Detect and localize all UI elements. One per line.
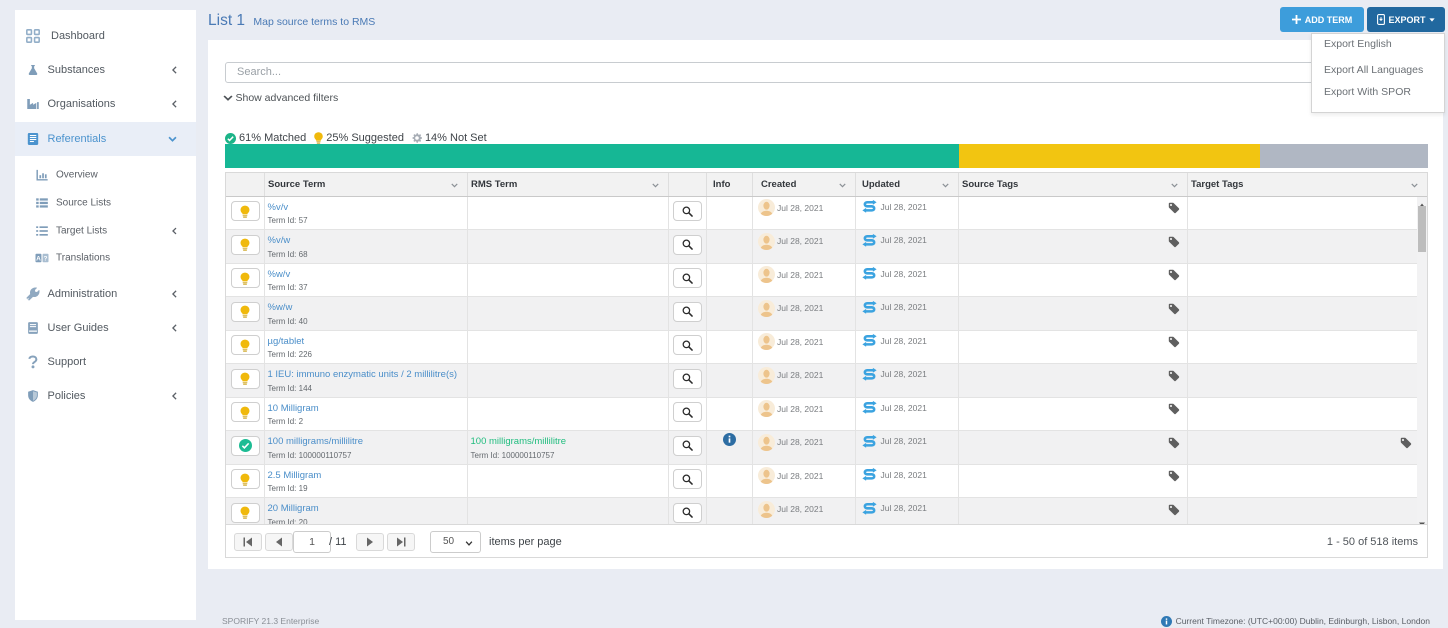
svg-text:A: A [36,255,41,262]
svg-text:?: ? [44,255,48,262]
